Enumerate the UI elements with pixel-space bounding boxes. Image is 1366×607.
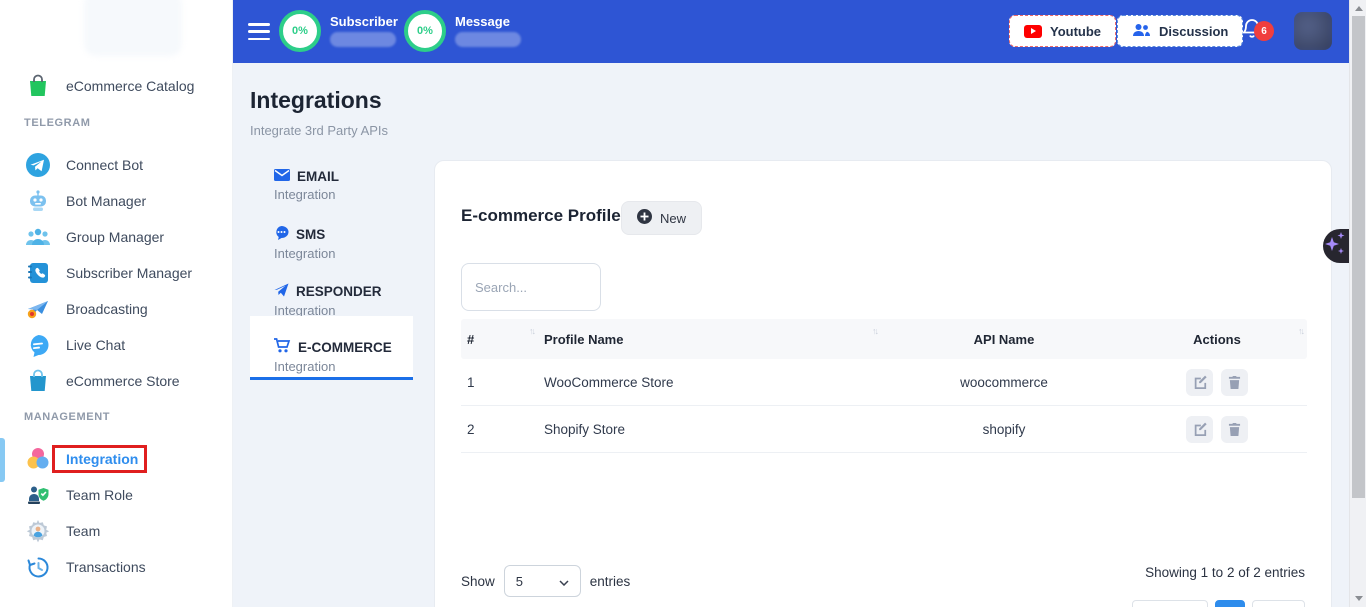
tab-email-integration[interactable]: EMAIL Integration [250, 157, 413, 202]
sms-bubble-icon [274, 226, 289, 243]
sort-icon: ↑↓ [872, 326, 877, 336]
telegram-icon [24, 151, 52, 179]
table-row: 2 Shopify Store shopify [461, 406, 1307, 453]
show-label: Show [461, 574, 495, 589]
scrollbar-thumb[interactable] [1352, 16, 1365, 498]
subscriber-progress-ring: 0% [279, 10, 321, 52]
message-count-redacted [455, 32, 521, 47]
notification-badge: 6 [1254, 21, 1274, 41]
gear-person-icon [24, 517, 52, 545]
chat-bubble-icon [24, 331, 52, 359]
column-header-profile-name[interactable]: Profile Name ↑↓ [538, 332, 881, 347]
subscriber-count-redacted [330, 32, 396, 47]
tab-sms-integration[interactable]: SMS Integration [250, 214, 413, 261]
sidebar-item-ecommerce-catalog[interactable]: eCommerce Catalog [0, 68, 233, 104]
page-title: Integrations [250, 87, 382, 114]
sidebar: eCommerce Catalog TELEGRAM Connect Bot B… [0, 0, 233, 607]
chevron-down-icon [559, 574, 569, 589]
tab-ecommerce-integration[interactable]: E-COMMERCE Integration [250, 316, 413, 380]
sort-icon: ↑↓ [1298, 326, 1303, 336]
sparkles-icon [1323, 229, 1347, 259]
active-item-indicator [0, 438, 5, 482]
tab-responder-integration[interactable]: RESPONDER Integration [250, 271, 413, 318]
youtube-icon [1024, 25, 1042, 38]
search-input[interactable] [461, 263, 601, 311]
entries-label: entries [590, 574, 631, 589]
message-stat-label: Message [455, 14, 521, 29]
column-header-num[interactable]: # ↑↓ [461, 332, 538, 347]
message-progress-ring: 0% [404, 10, 446, 52]
sidebar-section-management: MANAGEMENT [0, 411, 110, 423]
page-subtitle: Integrate 3rd Party APIs [250, 123, 388, 138]
green-bag-icon [24, 72, 52, 100]
ecommerce-profile-card: E-commerce Profile New # ↑↓ Profile Name… [434, 160, 1332, 607]
palette-icon [24, 445, 52, 473]
table-row: 1 WooCommerce Store woocommerce [461, 359, 1307, 406]
sidebar-item-bot-manager[interactable]: Bot Manager [0, 183, 233, 219]
sidebar-item-live-chat[interactable]: Live Chat [0, 327, 233, 363]
next-page-button[interactable]: Next [1252, 600, 1305, 607]
paper-plane-icon [274, 283, 289, 300]
table-header: # ↑↓ Profile Name ↑↓ API Name Actions ↑↓ [461, 319, 1307, 359]
users-icon [1132, 23, 1151, 40]
subscriber-stat-label: Subscriber [330, 14, 398, 29]
sidebar-section-telegram: TELEGRAM [0, 117, 91, 129]
youtube-button[interactable]: Youtube [1009, 15, 1116, 47]
contact-book-icon [24, 259, 52, 287]
sidebar-item-ecommerce-store[interactable]: eCommerce Store [0, 363, 233, 399]
group-icon [24, 223, 52, 251]
robot-icon [24, 187, 52, 215]
broadcast-icon [24, 295, 52, 323]
topbar: 0% Subscriber 0% Message Youtube Discuss… [233, 0, 1349, 63]
subscriber-progress: 0% Subscriber [279, 10, 398, 52]
sidebar-item-connect-bot[interactable]: Connect Bot [0, 147, 233, 183]
scrollbar-up-arrow-icon[interactable] [1355, 6, 1363, 11]
envelope-icon [274, 169, 290, 184]
ai-assistant-button[interactable] [1323, 229, 1349, 263]
scrollbar-down-arrow-icon[interactable] [1355, 596, 1363, 601]
column-header-actions[interactable]: Actions ↑↓ [1127, 332, 1307, 347]
delete-button[interactable] [1221, 416, 1248, 443]
column-header-api-name[interactable]: API Name [881, 332, 1127, 347]
plus-circle-icon [637, 209, 652, 227]
new-profile-button[interactable]: New [621, 201, 702, 235]
edit-button[interactable] [1186, 416, 1213, 443]
sidebar-item-group-manager[interactable]: Group Manager [0, 219, 233, 255]
notifications-button[interactable]: 6 [1241, 17, 1281, 47]
delete-button[interactable] [1221, 369, 1248, 396]
user-avatar[interactable] [1294, 12, 1332, 50]
sidebar-item-broadcasting[interactable]: Broadcasting [0, 291, 233, 327]
sort-icon: ↑↓ [529, 326, 534, 336]
message-progress: 0% Message [404, 10, 521, 52]
card-title: E-commerce Profile [461, 206, 621, 226]
sidebar-item-integration[interactable]: Integration [0, 441, 233, 477]
blue-bag-icon [24, 367, 52, 395]
page-1-button[interactable]: 1 [1215, 600, 1245, 607]
sidebar-item-transactions[interactable]: Transactions [0, 549, 233, 585]
history-clock-icon [24, 553, 52, 581]
discussion-button[interactable]: Discussion [1117, 15, 1243, 47]
table-summary: Showing 1 to 2 of 2 entries [1145, 565, 1305, 580]
sidebar-item-subscriber-manager[interactable]: Subscriber Manager [0, 255, 233, 291]
edit-button[interactable] [1186, 369, 1213, 396]
pagination: Previous 1 Next [1132, 600, 1305, 607]
entries-per-page-select[interactable]: 5 [504, 565, 581, 597]
main-content: Integrations Integrate 3rd Party APIs EM… [233, 63, 1349, 607]
app-logo [84, 0, 182, 56]
sidebar-item-team[interactable]: Team [0, 513, 233, 549]
previous-page-button[interactable]: Previous [1132, 600, 1209, 607]
cart-icon [274, 338, 291, 356]
role-shield-icon [24, 481, 52, 509]
hamburger-menu-icon[interactable] [248, 23, 270, 40]
sidebar-item-team-role[interactable]: Team Role [0, 477, 233, 513]
scrollbar[interactable] [1349, 0, 1366, 607]
